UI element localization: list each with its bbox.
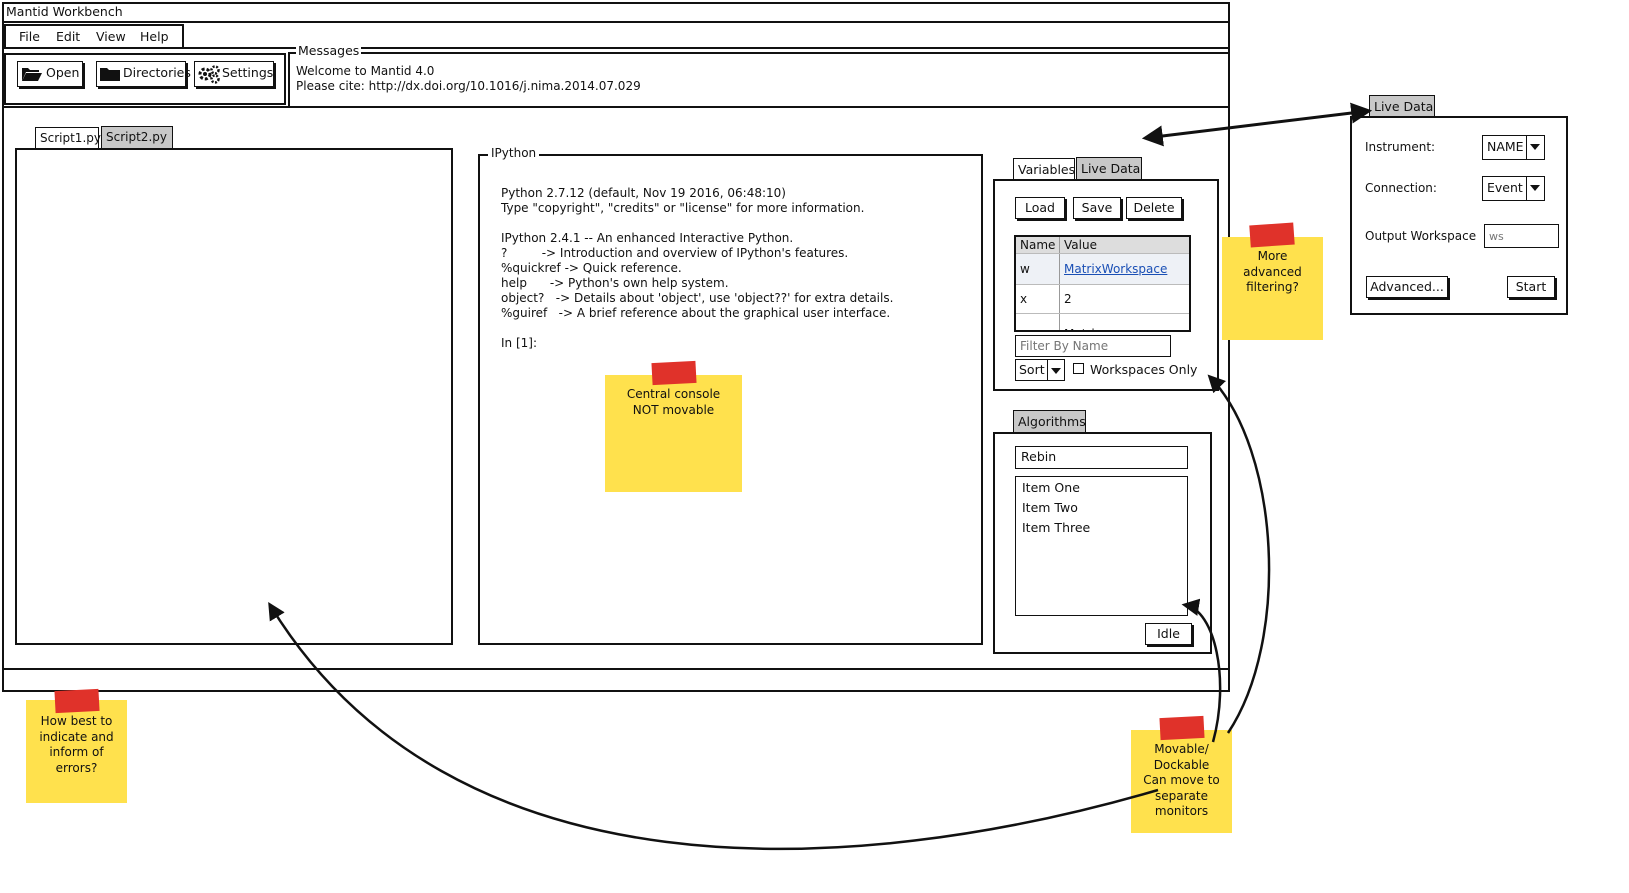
sort-dropdown-label: Sort bbox=[1019, 362, 1045, 377]
console-line: ? -> Introduction and overview of IPytho… bbox=[501, 246, 849, 260]
script-editor[interactable] bbox=[15, 148, 453, 645]
list-item[interactable]: Item Two bbox=[1016, 498, 1187, 518]
menu-edit[interactable]: Edit bbox=[56, 29, 80, 44]
tab-algorithms[interactable]: Algorithms bbox=[1013, 410, 1086, 433]
filter-by-name-input[interactable] bbox=[1015, 335, 1171, 357]
tab-script1[interactable]: Script1.py bbox=[35, 127, 101, 149]
list-item[interactable]: Item One bbox=[1016, 478, 1187, 498]
messages-title: Messages bbox=[296, 43, 362, 58]
menu-bar-divider bbox=[2, 47, 1230, 49]
algorithm-list: Item One Item Two Item Three bbox=[1015, 476, 1188, 616]
settings-button-label: Settings bbox=[222, 65, 274, 80]
open-button-label: Open bbox=[46, 65, 80, 80]
connection-dropdown[interactable]: Event bbox=[1482, 176, 1545, 201]
status-bar-divider bbox=[2, 668, 1230, 670]
tab-variables[interactable]: Variables bbox=[1013, 158, 1075, 181]
settings-button[interactable]: Settings bbox=[194, 61, 274, 87]
console-line: %guiref -> A brief reference about the g… bbox=[501, 306, 891, 320]
console-line: Python 2.7.12 (default, Nov 19 2016, 06:… bbox=[501, 186, 786, 200]
instrument-label: Instrument: bbox=[1365, 140, 1436, 154]
algorithm-search-input[interactable]: Rebin bbox=[1015, 446, 1188, 469]
column-header-name: Name bbox=[1016, 237, 1060, 253]
save-button[interactable]: Save bbox=[1073, 197, 1121, 219]
messages-line-1: Welcome to Mantid 4.0 bbox=[296, 64, 435, 78]
console-line: IPython 2.4.1 -- An enhanced Interactive… bbox=[501, 231, 794, 245]
ipython-title: IPython bbox=[488, 146, 540, 160]
menu-help[interactable]: Help bbox=[140, 29, 169, 44]
console-line: Type "copyright", "credits" or "license"… bbox=[501, 201, 865, 215]
sticky-note-filtering: More advanced filtering? bbox=[1222, 237, 1323, 340]
table-header: Name Value bbox=[1016, 237, 1189, 253]
list-item[interactable]: Item Three bbox=[1016, 518, 1187, 538]
sticky-note-text: More advanced filtering? bbox=[1243, 249, 1302, 294]
tape-decoration bbox=[1249, 222, 1295, 248]
delete-button[interactable]: Delete bbox=[1126, 197, 1182, 219]
table-cell-value: Matrix bbox=[1060, 314, 1102, 330]
table-row[interactable]: w MatrixWorkspace bbox=[1016, 253, 1189, 284]
algorithm-status-button[interactable]: Idle bbox=[1145, 623, 1192, 645]
algorithm-search-value: Rebin bbox=[1021, 449, 1057, 464]
console-line: %quickref -> Quick reference. bbox=[501, 261, 682, 275]
sticky-note-text: How best to indicate and inform of error… bbox=[39, 714, 114, 775]
ipython-output: Python 2.7.12 (default, Nov 19 2016, 06:… bbox=[501, 186, 971, 351]
messages-divider bbox=[2, 106, 1230, 108]
table-cell-name: z bbox=[1016, 314, 1060, 330]
connection-label: Connection: bbox=[1365, 181, 1437, 195]
title-bar-divider bbox=[2, 21, 1230, 23]
chevron-down-icon bbox=[1047, 360, 1064, 380]
table-row[interactable]: x 2 bbox=[1016, 284, 1189, 313]
output-workspace-input[interactable] bbox=[1484, 224, 1559, 248]
table-cell-name: w bbox=[1016, 254, 1060, 284]
gears-icon bbox=[197, 64, 221, 91]
load-button[interactable]: Load bbox=[1015, 197, 1065, 219]
matrix-workspace-link[interactable]: MatrixWorkspace bbox=[1064, 262, 1167, 276]
directories-button-label: Directories bbox=[123, 65, 191, 80]
column-header-value: Value bbox=[1064, 238, 1097, 252]
tape-decoration bbox=[1159, 715, 1205, 741]
sticky-note-central-console: Central console NOT movable bbox=[605, 375, 742, 492]
messages-line-2: Please cite: http://dx.doi.org/10.1016/j… bbox=[296, 79, 641, 93]
connection-dropdown-value: Event bbox=[1487, 180, 1523, 195]
directories-button[interactable]: Directories bbox=[96, 61, 191, 89]
output-workspace-label: Output Workspace bbox=[1365, 229, 1477, 243]
console-prompt[interactable]: In [1]: bbox=[501, 336, 971, 351]
sticky-note-errors: How best to indicate and inform of error… bbox=[26, 700, 127, 803]
folder-icon bbox=[99, 66, 121, 89]
sticky-note-text: Central console NOT movable bbox=[626, 387, 721, 417]
tab-live-data-docked[interactable]: Live Data bbox=[1076, 157, 1142, 179]
advanced-button[interactable]: Advanced... bbox=[1366, 276, 1448, 298]
tab-live-data-floating[interactable]: Live Data bbox=[1369, 95, 1435, 117]
variables-table: Name Value w MatrixWorkspace x 2 z Matri… bbox=[1014, 235, 1191, 332]
sticky-note-movable: Movable/ Dockable Can move to separate m… bbox=[1131, 730, 1232, 833]
tab-script2[interactable]: Script2.py bbox=[101, 126, 173, 148]
menu-file[interactable]: File bbox=[19, 29, 40, 44]
folder-open-icon bbox=[21, 66, 43, 89]
workspaces-only-label: Workspaces Only bbox=[1090, 362, 1198, 377]
table-row[interactable]: z Matrix bbox=[1016, 313, 1189, 330]
menu-view[interactable]: View bbox=[96, 29, 126, 44]
tape-decoration bbox=[54, 688, 100, 714]
console-line: help -> Python's own help system. bbox=[501, 276, 729, 290]
window-title: Mantid Workbench bbox=[6, 4, 123, 19]
console-line: object? -> Details about 'object', use '… bbox=[501, 291, 894, 305]
start-button[interactable]: Start bbox=[1507, 276, 1555, 298]
workspaces-only-checkbox[interactable] bbox=[1073, 363, 1084, 374]
instrument-dropdown-value: NAME bbox=[1487, 139, 1524, 154]
table-cell-value: MatrixWorkspace bbox=[1060, 254, 1167, 284]
table-cell-value: 2 bbox=[1064, 292, 1072, 306]
chevron-down-icon bbox=[1526, 136, 1544, 159]
tape-decoration bbox=[651, 360, 697, 386]
open-button[interactable]: Open bbox=[17, 61, 83, 87]
chevron-down-icon bbox=[1526, 177, 1544, 200]
sort-dropdown[interactable]: Sort bbox=[1015, 359, 1065, 381]
instrument-dropdown[interactable]: NAME bbox=[1482, 135, 1545, 160]
sticky-note-text: Movable/ Dockable Can move to separate m… bbox=[1143, 742, 1220, 818]
table-cell-name: x bbox=[1016, 285, 1060, 313]
